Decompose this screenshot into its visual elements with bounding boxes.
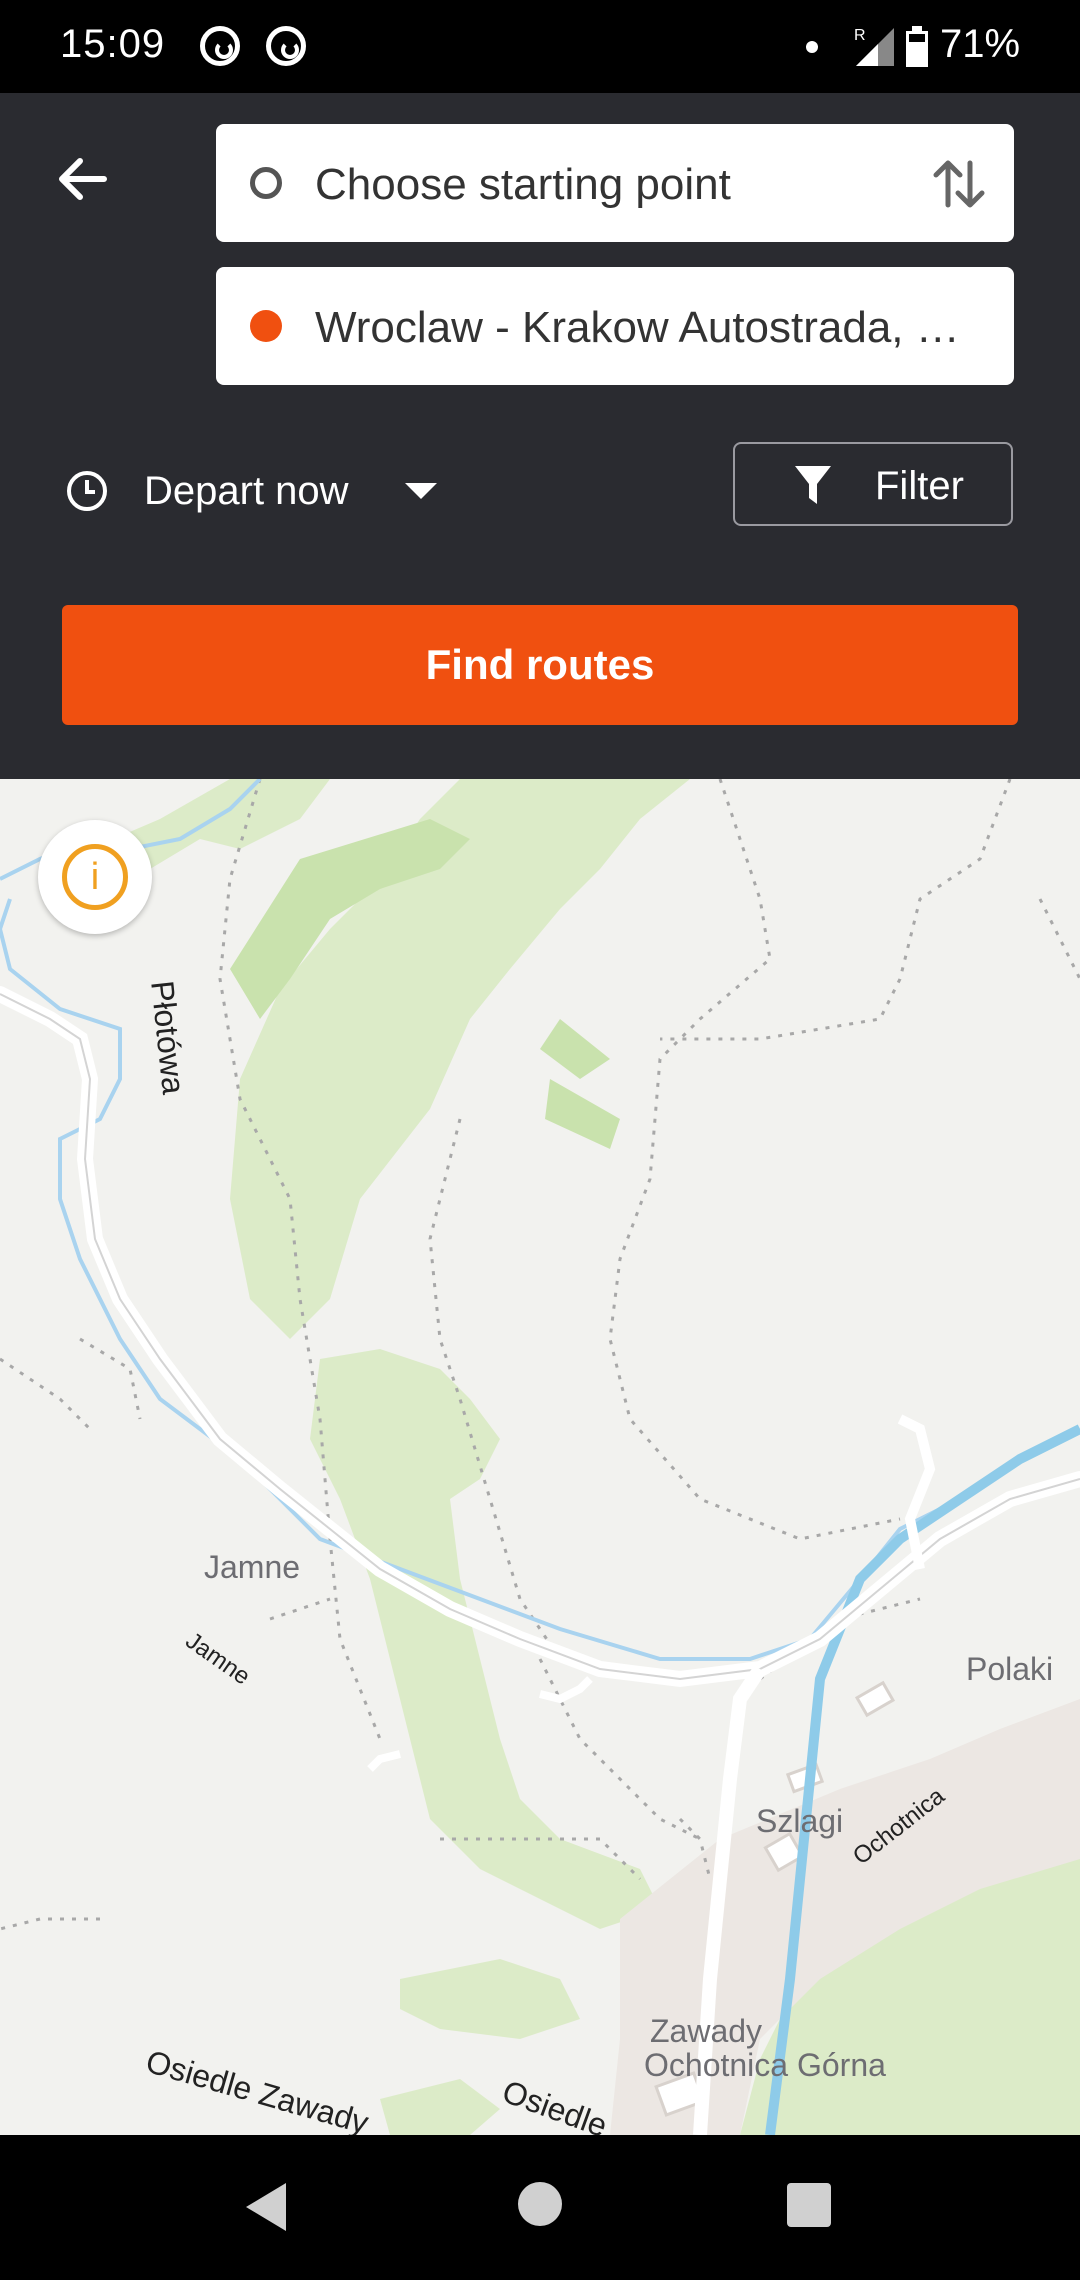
destination-field[interactable]: Wroclaw - Krakow Autostrada, R... bbox=[216, 267, 1014, 385]
filter-button[interactable]: Filter bbox=[733, 442, 1013, 526]
filter-funnel-icon bbox=[795, 466, 831, 504]
info-icon: i bbox=[62, 844, 128, 910]
map-label-zawady: Zawady bbox=[650, 2013, 763, 2049]
start-marker-icon bbox=[250, 167, 282, 199]
depart-time-selector[interactable]: Depart now bbox=[66, 461, 437, 521]
map-view[interactable]: i Płotówa Jamne Jamne Polaki Szlagi Ocho… bbox=[0, 779, 1080, 2135]
notification-dot-icon bbox=[806, 41, 818, 53]
map-label-szlagi: Szlagi bbox=[756, 1803, 844, 1839]
map-label-jamne: Jamne bbox=[204, 1549, 301, 1585]
filter-label: Filter bbox=[875, 464, 964, 508]
map-label-ochotnica-gorna: Ochotnica Górna bbox=[644, 2047, 886, 2083]
sync-icon bbox=[200, 26, 240, 66]
nav-recent-apps-icon[interactable] bbox=[787, 2183, 831, 2227]
nav-home-icon[interactable] bbox=[518, 2182, 562, 2226]
cell-signal-icon: R bbox=[854, 27, 894, 66]
route-planner-panel: Choose starting point Wroclaw - Krakow A… bbox=[0, 93, 1080, 779]
depart-label: Depart now bbox=[144, 468, 349, 513]
nav-back-icon[interactable] bbox=[242, 2181, 290, 2233]
dropdown-caret-icon bbox=[404, 483, 437, 499]
map-label-polaki: Polaki bbox=[966, 1651, 1054, 1687]
battery-icon bbox=[906, 26, 928, 67]
destination-marker-icon bbox=[250, 310, 282, 342]
roaming-indicator: R bbox=[854, 27, 866, 44]
status-bar: 15:09 R 71% bbox=[0, 0, 1080, 93]
system-navigation-bar bbox=[0, 2135, 1080, 2280]
sync-icon bbox=[266, 26, 306, 66]
destination-value: Wroclaw - Krakow Autostrada, R... bbox=[315, 303, 975, 352]
starting-point-placeholder: Choose starting point bbox=[315, 160, 731, 209]
back-arrow-icon[interactable] bbox=[52, 149, 112, 209]
starting-point-field[interactable]: Choose starting point bbox=[216, 124, 1014, 242]
clock-icon bbox=[67, 471, 107, 511]
battery-percent: 71% bbox=[940, 22, 1021, 66]
swap-arrows-icon[interactable] bbox=[932, 157, 986, 211]
map-info-button[interactable]: i bbox=[38, 820, 152, 934]
clock-time: 15:09 bbox=[60, 22, 166, 66]
find-routes-button[interactable]: Find routes bbox=[62, 605, 1018, 725]
